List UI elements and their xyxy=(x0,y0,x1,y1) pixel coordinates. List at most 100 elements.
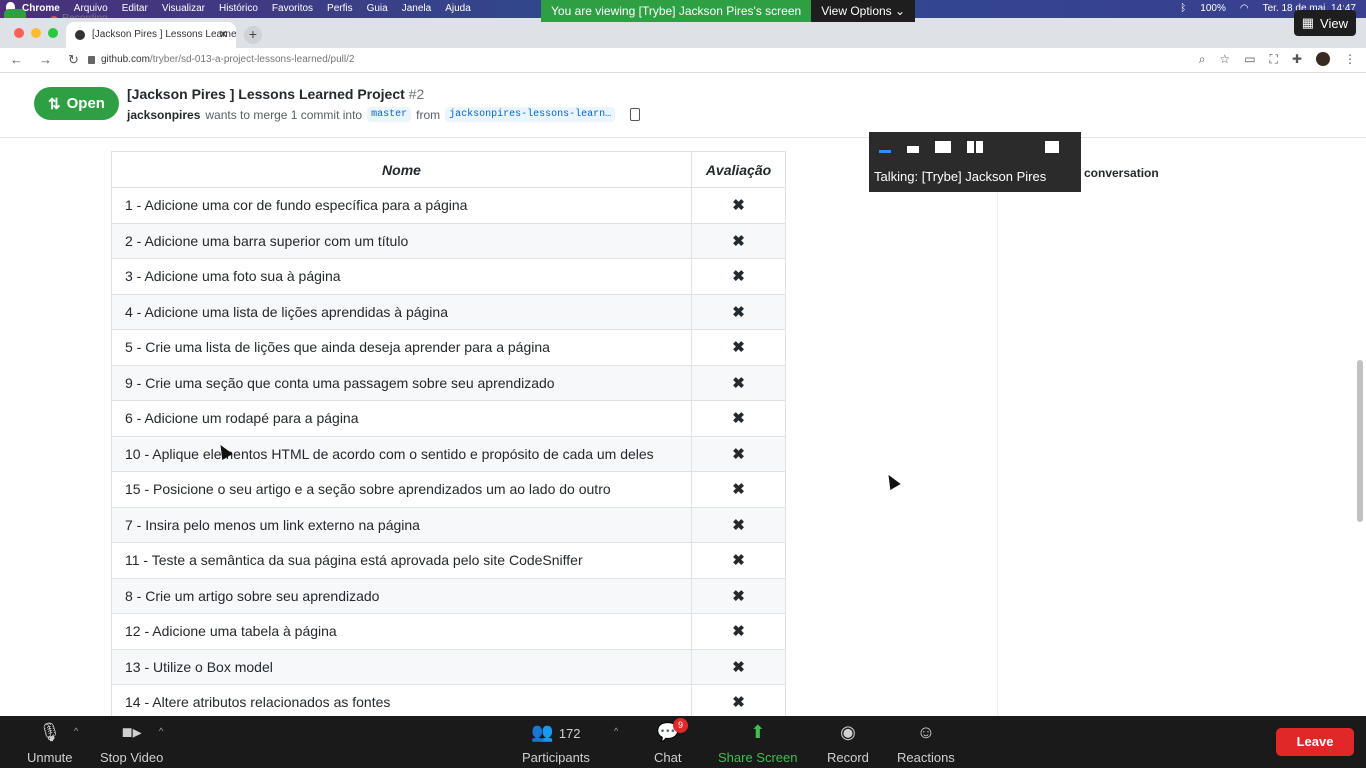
video-options-caret-icon[interactable]: ^ xyxy=(159,726,163,736)
fail-mark-icon: ✖ xyxy=(691,435,786,472)
requirement-name: 9 - Crie uma seção que conta uma passage… xyxy=(111,364,692,401)
menu-guia[interactable]: Guia xyxy=(367,3,388,14)
fail-mark-icon: ✖ xyxy=(691,648,786,685)
menu-dots-icon[interactable]: ⋮ xyxy=(1344,52,1356,67)
puzzle-icon[interactable]: ✚ xyxy=(1292,52,1302,67)
table-row: 13 - Utilize o Box model ✖ xyxy=(111,648,786,685)
table-row: 5 - Crie uma lista de lições que ainda d… xyxy=(111,329,786,366)
pr-number: #2 xyxy=(408,86,425,102)
table-row: 10 - Aplique elementos HTML de acordo co… xyxy=(111,435,786,472)
wifi-icon[interactable]: ◠ xyxy=(1240,3,1249,14)
back-icon[interactable]: ← xyxy=(10,52,23,68)
bluetooth-icon[interactable]: ᛒ xyxy=(1180,3,1186,14)
fail-mark-icon: ✖ xyxy=(691,684,786,721)
reload-icon[interactable]: ↻ xyxy=(68,52,79,68)
requirement-name: 6 - Adicione um rodapé para a página xyxy=(111,400,692,437)
table-row: 6 - Adicione um rodapé para a página ✖ xyxy=(111,400,786,437)
reactions-label: Reactions xyxy=(897,750,955,765)
menu-ajuda[interactable]: Ajuda xyxy=(445,3,471,14)
bookmark-star-icon[interactable]: ☆ xyxy=(1219,52,1230,67)
view-options-label: View Options xyxy=(821,4,892,18)
evaluation-table: Nome Avaliação 1 - Adicione uma cor de f… xyxy=(111,151,786,721)
participants-caret-icon[interactable]: ^ xyxy=(614,726,618,736)
browser-tabstrip: [Jackson Pires ] Lessons Learned Project… xyxy=(0,18,1366,48)
unmute-button[interactable]: 🎙 Unmute xyxy=(27,722,73,765)
menu-favoritos[interactable]: Favoritos xyxy=(272,3,313,14)
requirement-name: 4 - Adicione uma lista de lições aprendi… xyxy=(111,293,692,330)
new-tab-button[interactable]: + xyxy=(244,26,262,44)
pr-subtitle: jacksonpires wants to merge 1 commit int… xyxy=(127,107,641,122)
tab-title: [Jackson Pires ] Lessons Learned Project xyxy=(92,29,236,40)
header-nome: Nome xyxy=(111,151,692,188)
fail-mark-icon: ✖ xyxy=(691,506,786,543)
small-layout-icon[interactable] xyxy=(907,146,919,153)
pr-state-badge: ⇅ Open xyxy=(34,87,119,120)
profile-avatar[interactable] xyxy=(1316,52,1330,66)
battery-percent: 100% xyxy=(1200,3,1226,14)
minimize-layout-icon[interactable] xyxy=(879,150,891,153)
view-options-button[interactable]: View Options ⌄ xyxy=(811,0,916,22)
nav-buttons: ← → ↻ xyxy=(10,52,79,68)
participants-button[interactable]: 👥 172 Participants xyxy=(522,722,590,765)
gallery-layout-icon[interactable] xyxy=(967,141,983,153)
copy-icon[interactable] xyxy=(630,108,641,121)
record-button[interactable]: ◉ Record xyxy=(827,722,869,765)
page-scrollbar[interactable] xyxy=(1357,360,1363,522)
window-controls xyxy=(14,28,58,38)
zoom-magnifier-icon[interactable]: ⌕ xyxy=(1199,52,1206,67)
lock-icon[interactable] xyxy=(88,56,95,64)
menu-visualizar[interactable]: Visualizar xyxy=(162,3,205,14)
table-row: 1 - Adicione uma cor de fundo específica… xyxy=(111,187,786,224)
reactions-icon: ☺ xyxy=(916,722,936,742)
forward-icon[interactable]: → xyxy=(39,52,52,68)
url-field[interactable]: github.com/tryber/sd-013-a-project-lesso… xyxy=(101,54,354,65)
fail-mark-icon: ✖ xyxy=(691,471,786,508)
record-icon: ◉ xyxy=(840,722,856,742)
browser-tab[interactable]: [Jackson Pires ] Lessons Learned Project… xyxy=(66,22,236,48)
minimize-window-icon[interactable] xyxy=(31,28,41,38)
requirement-name: 11 - Teste a semântica da sua página est… xyxy=(111,542,692,579)
pr-author-link[interactable]: jacksonpires xyxy=(127,108,200,122)
fail-mark-icon: ✖ xyxy=(691,187,786,224)
menu-perfis[interactable]: Perfis xyxy=(327,3,353,14)
unmute-label: Unmute xyxy=(27,750,73,765)
share-screen-icon: ⬆ xyxy=(750,722,766,742)
pr-merge-text: wants to merge 1 commit into xyxy=(205,107,363,122)
stop-video-button[interactable]: ■▸ Stop Video xyxy=(100,722,163,765)
menu-janela[interactable]: Janela xyxy=(402,3,431,14)
table-row: 15 - Posicione o seu artigo e a seção so… xyxy=(111,471,786,508)
extension-icon[interactable]: ▭ xyxy=(1244,52,1255,67)
close-window-icon[interactable] xyxy=(14,28,24,38)
head-branch[interactable]: jacksonpires-lessons-learn… xyxy=(445,107,616,122)
pip-layout-icon[interactable] xyxy=(1045,141,1059,153)
pr-title-text: [Jackson Pires ] Lessons Learned Project xyxy=(127,86,405,102)
audio-options-caret-icon[interactable]: ^ xyxy=(74,726,78,736)
medium-layout-icon[interactable] xyxy=(935,141,951,153)
chat-unread-badge: 9 xyxy=(673,718,688,733)
fail-mark-icon: ✖ xyxy=(691,258,786,295)
base-branch[interactable]: master xyxy=(367,107,412,122)
menu-chrome[interactable]: Chrome xyxy=(22,3,60,14)
fail-mark-icon: ✖ xyxy=(691,329,786,366)
fail-mark-icon: ✖ xyxy=(691,542,786,579)
menu-historico[interactable]: Histórico xyxy=(219,3,258,14)
share-screen-button[interactable]: ⬆ Share Screen xyxy=(718,722,798,765)
requirement-name: 3 - Adicione uma foto sua à página xyxy=(111,258,692,295)
zoom-view-button[interactable]: ▦ View xyxy=(1293,10,1356,36)
table-row: 3 - Adicione uma foto sua à página ✖ xyxy=(111,258,786,295)
menu-editar[interactable]: Editar xyxy=(122,3,148,14)
participants-count: 172 xyxy=(558,726,581,741)
table-row: 9 - Crie uma seção que conta uma passage… xyxy=(111,364,786,401)
close-tab-icon[interactable]: ✕ xyxy=(219,28,228,41)
sidebar-conversation-text: conversation xyxy=(1084,166,1159,180)
zoom-window-icon[interactable] xyxy=(48,28,58,38)
layout-switcher xyxy=(879,140,1059,153)
requirement-name: 12 - Adicione uma tabela à página xyxy=(111,613,692,650)
leave-button[interactable]: Leave xyxy=(1276,728,1354,756)
table-header-row: Nome Avaliação xyxy=(111,151,786,188)
reactions-button[interactable]: ☺ Reactions xyxy=(897,722,955,765)
table-row: 2 - Adicione uma barra superior com um t… xyxy=(111,222,786,259)
requirement-name: 13 - Utilize o Box model xyxy=(111,648,692,685)
zoom-view-label: View xyxy=(1320,15,1348,31)
screenshot-icon[interactable]: ⛶ xyxy=(1270,52,1278,67)
